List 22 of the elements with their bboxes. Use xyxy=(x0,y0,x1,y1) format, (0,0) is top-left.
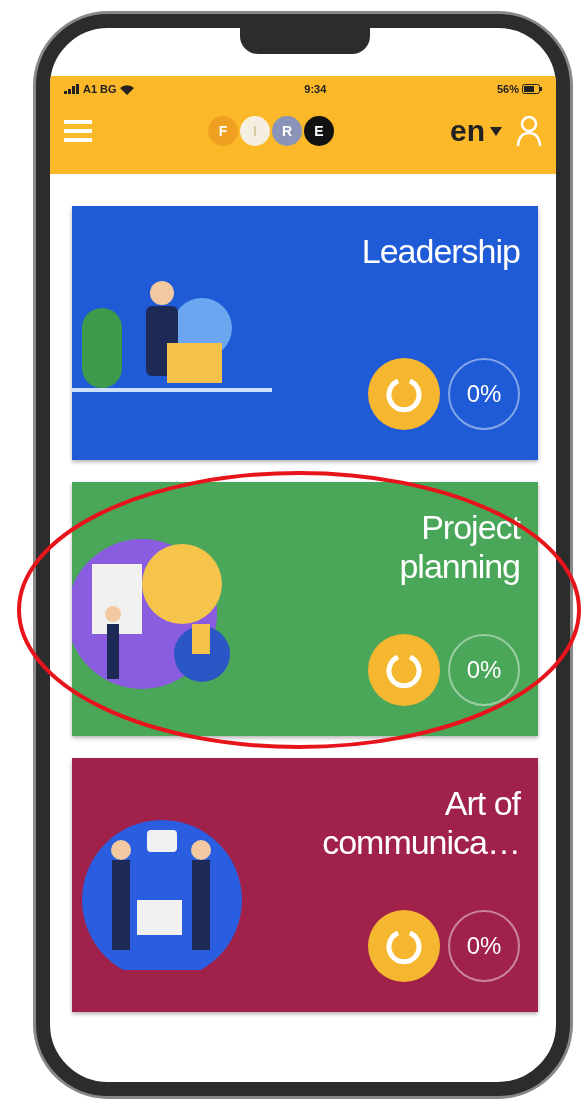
signal-icon xyxy=(64,84,80,94)
logo-letter: E xyxy=(304,116,334,146)
course-card[interactable]: Art of communica… 0% xyxy=(72,758,538,1012)
progress-percent: 0% xyxy=(448,910,520,982)
user-icon[interactable] xyxy=(516,115,542,147)
battery-icon xyxy=(522,84,542,94)
course-title: Art of communica… xyxy=(321,784,520,863)
course-title: Leadership xyxy=(361,232,520,272)
caret-icon xyxy=(490,126,502,136)
progress-percent: 0% xyxy=(448,634,520,706)
progress-percent: 0% xyxy=(448,358,520,430)
logo-letter: I xyxy=(240,116,270,146)
battery-percent: 56% xyxy=(496,83,519,95)
language-selector[interactable]: en xyxy=(449,114,502,148)
logo-letter: F xyxy=(208,116,238,146)
menu-icon[interactable] xyxy=(64,119,92,143)
course-card[interactable]: Leadership 0% xyxy=(72,206,538,460)
clock-time: 9:34 xyxy=(304,83,327,95)
course-title: Project planning xyxy=(398,508,520,587)
wifi-icon xyxy=(119,83,134,95)
carrier-label: A1 BG xyxy=(83,83,117,95)
logo-letter: R xyxy=(272,116,302,146)
